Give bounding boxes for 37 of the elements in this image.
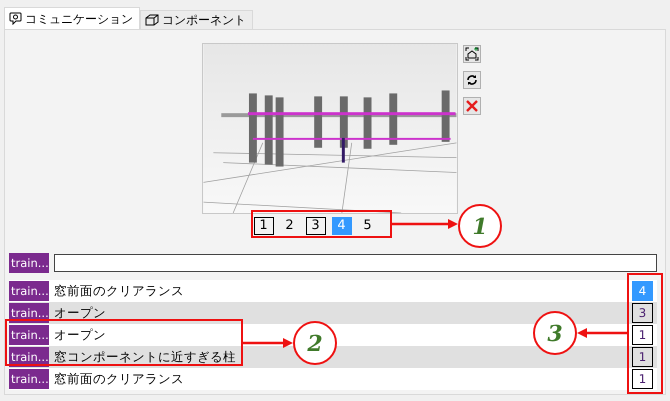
count-label[interactable]: 1 <box>632 325 653 345</box>
page-button[interactable]: 5 <box>358 217 378 235</box>
callout-arrow <box>391 219 458 229</box>
comment-text[interactable]: 窓前面のクリアランス <box>54 282 184 300</box>
callout-number: 3 <box>547 321 563 347</box>
comment-field[interactable] <box>54 254 657 272</box>
chat-bubble-icon <box>9 12 22 25</box>
tab[interactable]: コミュニケーション <box>4 7 140 29</box>
tag-label: train... <box>9 325 49 345</box>
page-button[interactable]: 1 <box>254 217 274 235</box>
count-label[interactable]: 3 <box>632 303 653 323</box>
comment-text[interactable]: オープン <box>54 304 106 322</box>
tag-label: train... <box>9 303 49 323</box>
callout-arrow <box>577 328 628 338</box>
tag-label: train... <box>9 281 49 301</box>
tag-label: train... <box>9 253 49 273</box>
callout-number: 1 <box>472 214 488 240</box>
count-label[interactable]: 1 <box>632 347 653 367</box>
refresh-icon <box>466 74 478 86</box>
callout-circle <box>458 204 502 248</box>
close-icon <box>466 100 478 112</box>
tab[interactable]: コンポーネント <box>140 10 253 29</box>
callout-number: 2 <box>307 331 323 357</box>
home-add-button[interactable] <box>462 45 480 63</box>
tag-label: train... <box>9 369 49 389</box>
page-button[interactable]: 3 <box>306 217 326 235</box>
refresh-button[interactable] <box>462 71 480 89</box>
page-button[interactable]: 2 <box>280 217 300 235</box>
comment-text[interactable]: オープン <box>54 326 106 344</box>
comment-text[interactable]: 窓コンポーネントに近すぎる柱 <box>54 348 236 366</box>
box-icon <box>145 14 159 26</box>
tag-label: train... <box>9 347 49 367</box>
close-button[interactable] <box>462 97 480 115</box>
comment-text[interactable]: 窓前面のクリアランス <box>54 370 184 388</box>
home-add-icon <box>464 47 478 61</box>
callout-arrow <box>242 338 293 348</box>
count-label[interactable]: 1 <box>632 369 653 389</box>
